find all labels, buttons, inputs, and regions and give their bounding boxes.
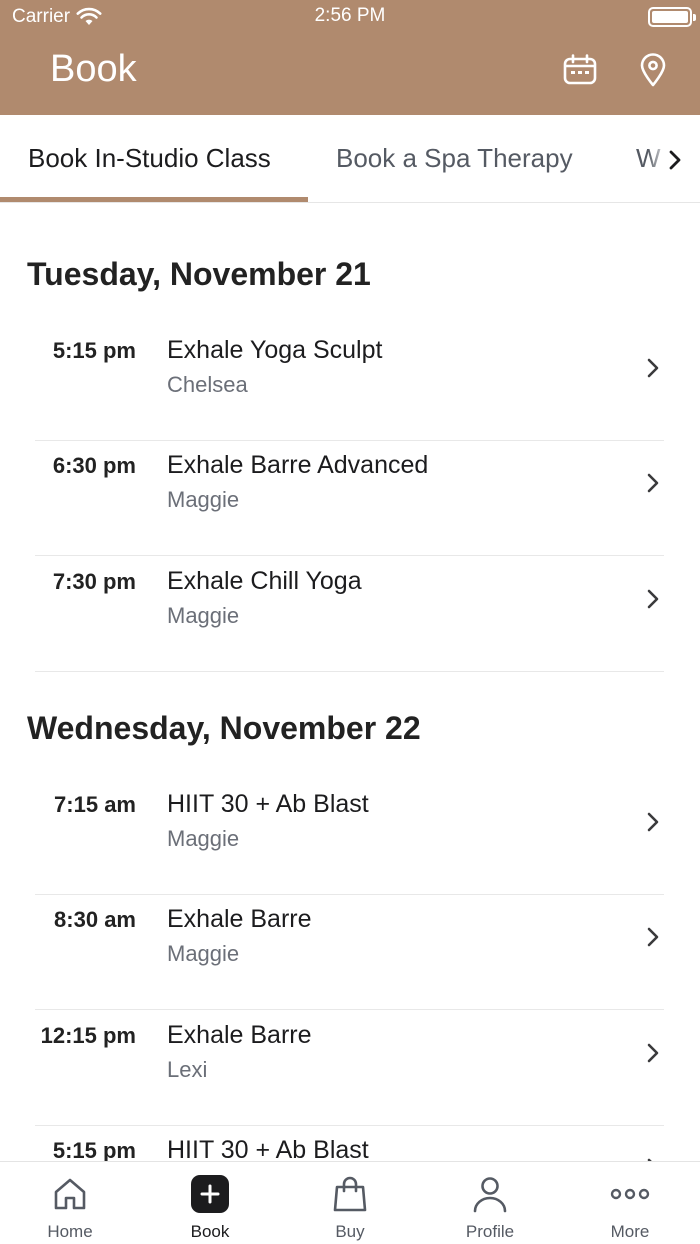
chevron-right-icon: [647, 473, 659, 493]
tabbar-label: Book: [190, 1222, 230, 1241]
class-name: HIIT 30 + Ab Blast: [167, 1136, 369, 1161]
calendar-icon: [563, 54, 597, 85]
schedule-list: Tuesday, November 21 5:15 pm Exhale Yoga…: [0, 204, 700, 1161]
booking-tabs: Book In-Studio Class Book a Spa Therapy …: [0, 115, 700, 203]
tabbar-book[interactable]: Book: [140, 1162, 280, 1244]
class-name: Exhale Barre: [167, 1021, 312, 1049]
row-divider: [35, 671, 664, 672]
status-time: 2:56 PM: [314, 5, 386, 26]
class-time: 7:30 pm: [52, 569, 136, 594]
class-instructor: Maggie: [167, 941, 240, 966]
chevron-right-icon: [647, 1043, 659, 1063]
tabbar-label: Home: [47, 1222, 93, 1241]
chevron-right-icon: [647, 812, 659, 832]
class-row[interactable]: 5:15 pm HIIT 30 + Ab Blast: [0, 1126, 700, 1161]
class-time: 5:15 pm: [52, 1138, 136, 1161]
person-icon: [470, 1174, 510, 1214]
class-time: 6:30 pm: [52, 453, 136, 478]
class-name: Exhale Barre: [167, 905, 312, 933]
chevron-right-icon: [647, 358, 659, 378]
class-instructor: Chelsea: [167, 372, 248, 397]
class-time: 12:15 pm: [40, 1023, 136, 1048]
tab-in-studio-class[interactable]: Book In-Studio Class: [28, 143, 271, 174]
tabbar-more[interactable]: More: [560, 1162, 700, 1244]
class-name: Exhale Barre Advanced: [167, 451, 429, 479]
tabbar-buy[interactable]: Buy: [280, 1162, 420, 1244]
class-row[interactable]: 12:15 pm Exhale Barre Lexi: [0, 1011, 700, 1126]
chevron-right-icon: [647, 927, 659, 947]
bottom-tab-bar: Home Book Buy Profile More: [0, 1161, 700, 1244]
more-dots-icon: [610, 1174, 650, 1214]
tab-spa-therapy[interactable]: Book a Spa Therapy: [336, 143, 573, 174]
row-divider: [35, 555, 664, 556]
class-row[interactable]: 5:15 pm Exhale Yoga Sculpt Chelsea: [0, 326, 700, 441]
chevron-right-icon: [647, 589, 659, 609]
home-icon: [50, 1174, 90, 1214]
class-row[interactable]: 8:30 am Exhale Barre Maggie: [0, 895, 700, 1010]
tabs-scroll-chevron-icon[interactable]: [666, 148, 684, 172]
tabbar-label: Profile: [465, 1222, 515, 1241]
status-bar: Carrier 2:56 PM: [0, 0, 700, 34]
tabbar-home[interactable]: Home: [0, 1162, 140, 1244]
battery-icon: [648, 7, 696, 27]
class-instructor: Maggie: [167, 603, 240, 628]
class-name: Exhale Chill Yoga: [167, 567, 362, 595]
tabbar-profile[interactable]: Profile: [420, 1162, 560, 1244]
class-name: Exhale Yoga Sculpt: [167, 336, 383, 364]
calendar-button[interactable]: [562, 52, 598, 88]
day-header: Tuesday, November 21: [27, 256, 371, 292]
plus-icon: [190, 1174, 230, 1214]
location-pin-icon: [640, 53, 666, 87]
app-header: Carrier 2:56 PM Book: [0, 0, 700, 115]
class-instructor: Maggie: [167, 487, 240, 512]
class-row[interactable]: 6:30 pm Exhale Barre Advanced Maggie: [0, 441, 700, 556]
day-header: Wednesday, November 22: [27, 710, 421, 746]
class-instructor: Maggie: [167, 826, 240, 851]
class-time: 7:15 am: [54, 792, 136, 817]
class-instructor: Lexi: [167, 1057, 208, 1082]
class-name: HIIT 30 + Ab Blast: [167, 790, 369, 818]
class-row[interactable]: 7:15 am HIIT 30 + Ab Blast Maggie: [0, 780, 700, 895]
location-button[interactable]: [635, 52, 671, 88]
active-tab-indicator: [0, 197, 308, 202]
class-row[interactable]: 7:30 pm Exhale Chill Yoga Maggie: [0, 557, 700, 672]
class-time: 5:15 pm: [52, 338, 136, 363]
shopping-bag-icon: [330, 1174, 370, 1214]
class-time: 8:30 am: [54, 907, 136, 932]
tabbar-label: More: [610, 1222, 650, 1241]
tabbar-label: Buy: [335, 1222, 365, 1241]
page-title: Book: [50, 48, 137, 90]
row-divider: [35, 1009, 664, 1010]
